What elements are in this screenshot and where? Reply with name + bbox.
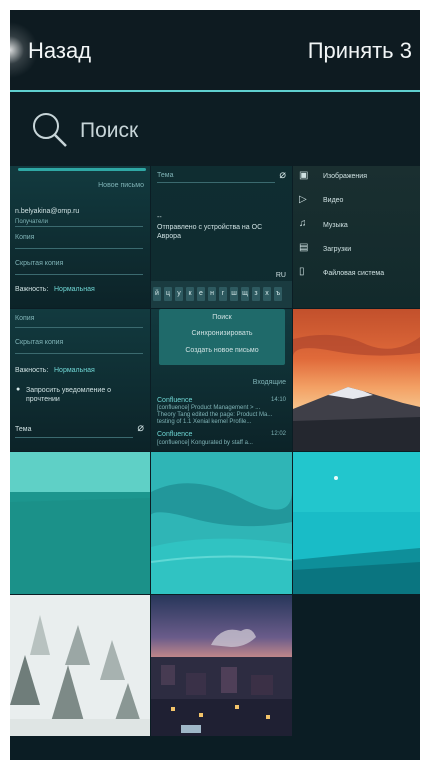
signature-line: Отправлено с устройства на ОС <box>157 224 263 231</box>
gallery-picker-screen: Назад Принять 3 Поиск Новое письмо n.bel… <box>10 10 420 760</box>
keyboard-lang: RU <box>275 272 286 279</box>
copy-label: Копия <box>15 234 35 241</box>
files-item-downloads: Загрузки <box>323 246 352 253</box>
copy-label: Копия <box>15 315 35 322</box>
msg-from: Confluence <box>157 397 193 404</box>
snowy-forest-image <box>10 595 150 737</box>
divider <box>15 353 143 354</box>
music-icon: ♫ <box>299 218 307 229</box>
photo-teal-field[interactable] <box>10 452 150 594</box>
search-field[interactable]: Поиск <box>10 94 420 166</box>
files-item-video: Видео <box>323 197 344 204</box>
image-icon: ▣ <box>299 170 309 181</box>
key: е <box>197 287 205 301</box>
file-icon: ▯ <box>299 266 305 277</box>
photo-teal-clouds[interactable] <box>151 452 292 594</box>
header-divider <box>10 90 420 92</box>
importance-label: Важность: <box>15 286 49 293</box>
photo-snowy-forest[interactable] <box>10 595 150 737</box>
pulley-menu: Поиск Синхронизировать Создать новое пис… <box>159 309 285 365</box>
key: з <box>252 287 260 301</box>
key: к <box>186 287 194 301</box>
keyboard-row: й ц у к е н г ш щ з х ъ <box>151 281 292 308</box>
hidden-copy-label: Скрытая копия <box>15 339 64 346</box>
thumb-inbox[interactable]: Поиск Синхронизировать Создать новое пис… <box>151 309 292 451</box>
bottom-bar <box>10 736 420 760</box>
key: щ <box>241 287 249 301</box>
msg-preview: testing of 1.1 Xenial kernel Profile... <box>157 419 252 425</box>
progress-bar <box>18 168 146 171</box>
signature-line-2: Аврора <box>157 233 181 240</box>
divider <box>15 274 143 275</box>
key: у <box>175 287 183 301</box>
importance-value: Нормальная <box>54 286 95 293</box>
photo-city-dusk[interactable] <box>151 595 292 737</box>
key: г <box>219 287 227 301</box>
attach-icon: ⌀ <box>279 169 286 181</box>
recipients-label: Получатели <box>15 219 49 225</box>
photo-sunset-mountain[interactable] <box>293 309 420 451</box>
attach-icon: ⌀ <box>137 422 144 434</box>
key: ъ <box>274 287 282 301</box>
thumb-email-form[interactable]: Новое письмо n.belyakina@omp.ru Получате… <box>10 166 150 308</box>
teal-clouds-image <box>151 452 292 594</box>
request-notice-label-2: прочтении <box>26 396 60 403</box>
page-header: Назад Принять 3 <box>10 10 420 92</box>
checkbox-dot[interactable]: ● <box>16 386 20 393</box>
city-dusk-image <box>151 595 292 737</box>
divider <box>15 226 143 227</box>
key: ц <box>164 287 172 301</box>
back-button[interactable]: Назад <box>28 38 91 64</box>
msg-preview: [confluence] Product Management > ... <box>157 405 261 411</box>
signature-dashes: -- <box>157 214 162 221</box>
subject-label: Тема <box>15 426 32 433</box>
files-item-filesystem: Файловая система <box>323 270 385 277</box>
files-item-music: Музыка <box>323 222 348 229</box>
new-letter-title: Новое письмо <box>98 182 144 189</box>
divider <box>15 327 143 328</box>
menu-item-new-letter: Создать новое письмо <box>185 347 259 354</box>
thumb-files-menu[interactable]: ▣ Изображения ▷ Видео ♫ Музыка ▤ Загрузк… <box>293 166 420 308</box>
thumb-email-form-2[interactable]: Копия Скрытая копия Важность: Нормальная… <box>10 309 150 451</box>
video-icon: ▷ <box>299 194 307 205</box>
divider <box>15 437 133 438</box>
sunset-mountain-image <box>293 309 420 451</box>
search-placeholder: Поиск <box>80 119 139 142</box>
menu-item-sync: Синхронизировать <box>191 330 253 337</box>
msg-preview: Theory Tang edited the page: Product Ma.… <box>157 412 273 418</box>
divider <box>15 248 143 249</box>
divider <box>157 182 275 183</box>
downloads-icon: ▤ <box>299 242 309 253</box>
msg-time: 12:02 <box>270 431 286 437</box>
teal-field-image <box>10 452 150 594</box>
search-icon <box>33 113 67 147</box>
photo-teal-landscape[interactable] <box>293 452 420 594</box>
folder-title: Входящие <box>252 379 286 386</box>
teal-landscape-image <box>293 452 420 594</box>
key: ш <box>230 287 238 301</box>
importance-value: Нормальная <box>54 367 95 374</box>
sender-email: n.belyakina@omp.ru <box>15 208 80 215</box>
menu-item-search: Поиск <box>212 314 232 321</box>
image-grid: Новое письмо n.belyakina@omp.ru Получате… <box>10 166 420 737</box>
thumb-email-compose[interactable]: Тема ⌀ -- Отправлено с устройства на ОС … <box>151 166 292 308</box>
request-notice-label: Запросить уведомление о <box>26 387 112 394</box>
key: н <box>208 287 216 301</box>
msg-time: 14:10 <box>270 397 286 403</box>
accept-button[interactable]: Принять 3 <box>308 38 412 64</box>
key: х <box>263 287 271 301</box>
msg-preview: [confluence] Kongurated by staff a... <box>157 440 253 446</box>
hidden-copy-label: Скрытая копия <box>15 260 64 267</box>
msg-from: Confluence <box>157 431 193 438</box>
key: й <box>153 287 161 301</box>
importance-label: Важность: <box>15 367 49 374</box>
files-item-images: Изображения <box>323 173 367 180</box>
subject-label: Тема <box>157 172 174 179</box>
